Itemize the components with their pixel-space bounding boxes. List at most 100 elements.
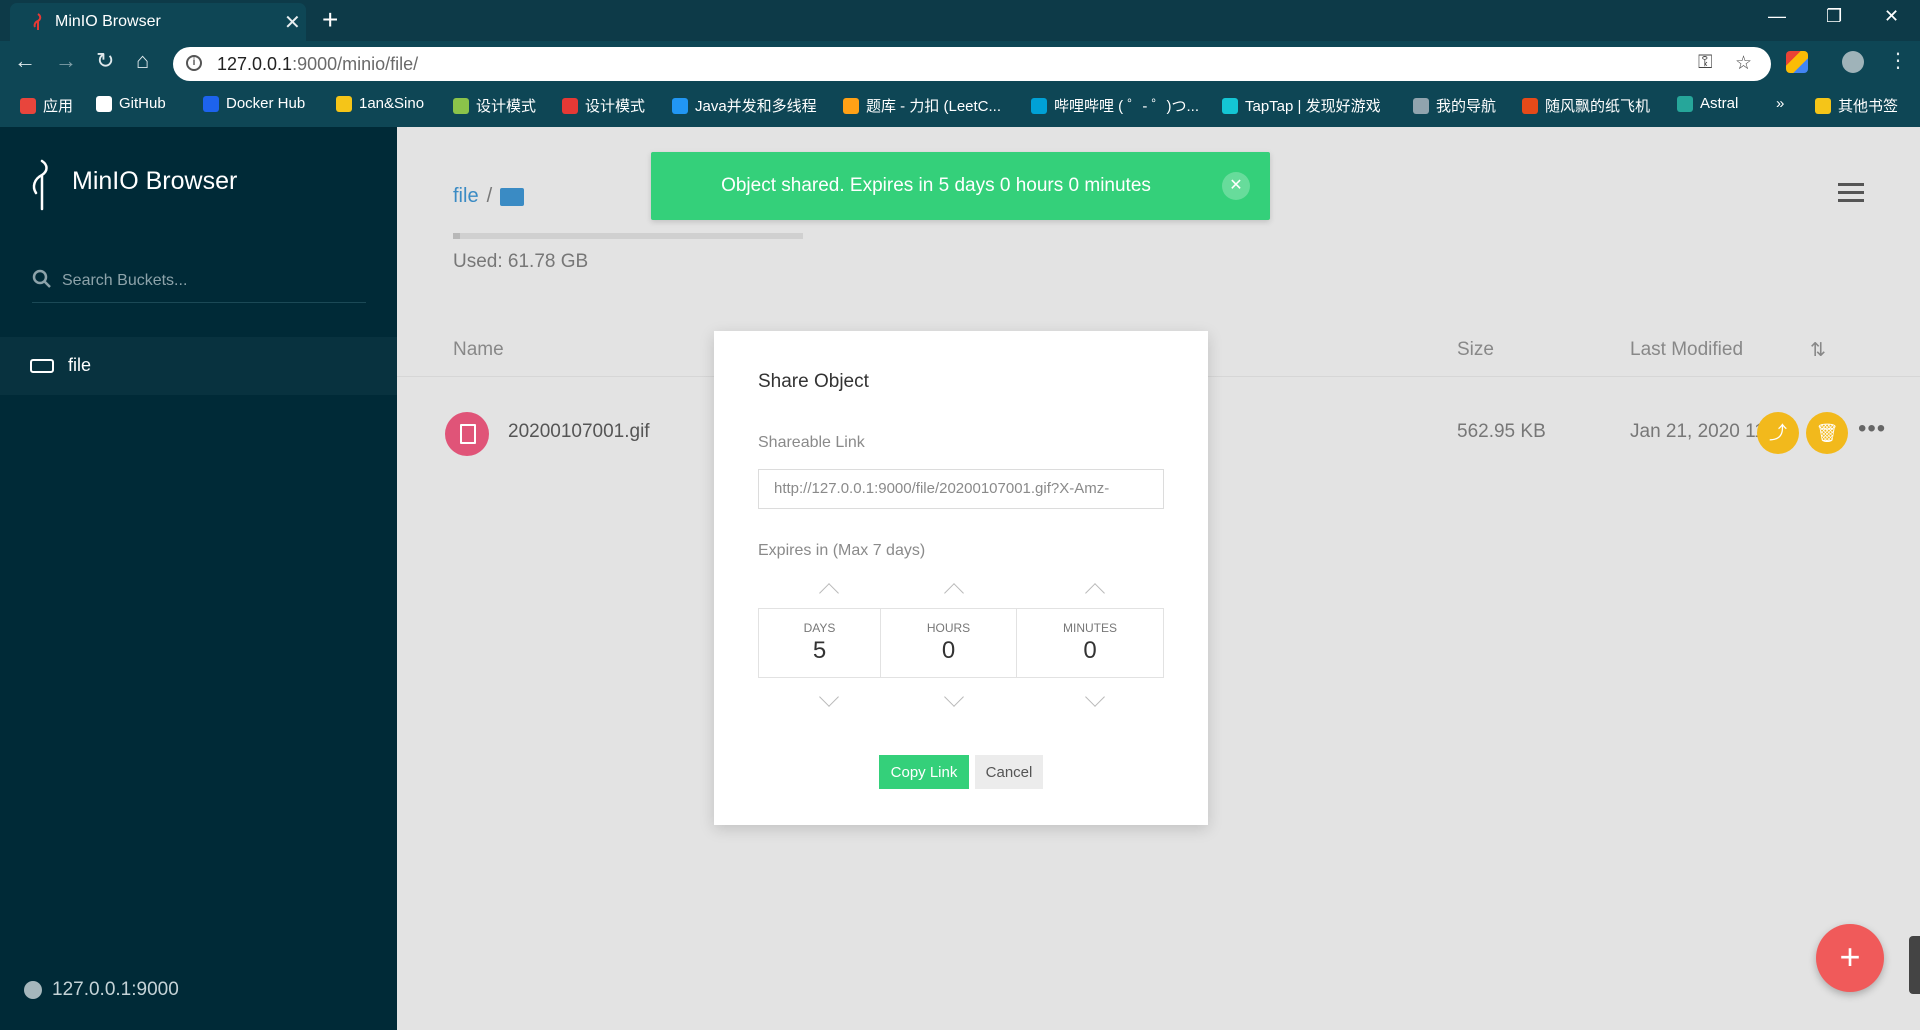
site-icon <box>1522 97 1538 114</box>
forward-icon[interactable]: → <box>55 48 77 74</box>
bookmark-label: TapTap | 发现好游戏 <box>1245 98 1381 115</box>
share-icon[interactable]: ⤴ <box>1757 412 1799 454</box>
share-object-dialog: Share Object Shareable Link http://127.0… <box>714 331 1208 825</box>
close-window-button[interactable]: ✕ <box>1884 6 1899 27</box>
bookmark-bilibili[interactable]: 哔哩哔哩 ( ゜- ゜)つ... <box>1031 95 1199 116</box>
browser-tab[interactable]: MinIO Browser ✕ <box>10 3 306 41</box>
days-up-chevron-icon[interactable] <box>819 583 839 603</box>
bookmark-leetcode[interactable]: 题库 - 力扣 (LeetC... <box>843 95 1001 116</box>
url-text[interactable]: 127.0.0.1:9000/minio/file/ <box>217 54 418 75</box>
hours-up-chevron-icon[interactable] <box>944 583 964 603</box>
breadcrumb-bucket[interactable]: file <box>453 185 479 208</box>
site-info-icon[interactable]: i <box>186 55 202 71</box>
bookmark-design-patterns-2[interactable]: 设计模式 <box>562 95 645 116</box>
days-caption: DAYS <box>803 621 836 635</box>
bookmark-astral[interactable]: Astral <box>1677 95 1738 112</box>
other-bookmarks[interactable]: 其他书签 <box>1815 95 1898 116</box>
minutes-field: MINUTES 0 <box>1017 609 1163 677</box>
site-icon <box>1413 97 1429 114</box>
file-name[interactable]: 20200107001.gif <box>508 421 650 443</box>
home-icon[interactable]: ⌂ <box>136 48 149 74</box>
hours-down-chevron-icon[interactable] <box>944 687 964 707</box>
bookmark-paper-plane[interactable]: 随风飘的纸飞机 <box>1522 95 1650 116</box>
toast-close-icon[interactable]: ✕ <box>1222 172 1250 200</box>
search-input[interactable]: Search Buckets... <box>62 272 187 290</box>
key-icon[interactable]: ⚿ <box>1698 52 1712 74</box>
site-icon <box>453 97 469 114</box>
file-size: 562.95 KB <box>1457 421 1546 442</box>
copy-link-button[interactable]: Copy Link <box>879 755 969 789</box>
site-icon <box>1677 95 1693 112</box>
bookmark-1an-sino[interactable]: 1an&Sino <box>336 95 424 112</box>
minio-favicon-icon <box>33 13 42 30</box>
bucket-item-file[interactable]: file <box>0 337 397 395</box>
browser-menu-icon[interactable]: ⋮ <box>1888 48 1908 73</box>
bookmark-label: Astral <box>1700 95 1739 112</box>
breadcrumb-separator: / <box>486 185 493 207</box>
new-tab-button[interactable]: + <box>322 4 338 36</box>
leetcode-icon <box>843 97 859 114</box>
column-size[interactable]: Size <box>1457 339 1494 361</box>
minutes-caption: MINUTES <box>1063 621 1117 635</box>
bookmark-github[interactable]: GitHub <box>96 95 166 112</box>
more-options-icon[interactable]: ••• <box>1858 415 1886 443</box>
bookmarks-overflow-button[interactable]: » <box>1776 95 1784 112</box>
column-name[interactable]: Name <box>453 339 504 361</box>
back-icon[interactable]: ← <box>14 48 36 74</box>
hard-drive-icon <box>30 359 54 373</box>
server-host: 127.0.0.1:9000 <box>24 979 179 1001</box>
add-folder-icon[interactable] <box>500 187 525 206</box>
column-last-modified[interactable]: Last Modified <box>1630 339 1743 361</box>
browser-toolbar: ← → ↻ ⌂ i 127.0.0.1:9000/minio/file/ ⚿ ☆… <box>0 41 1920 85</box>
minutes-value[interactable]: 0 <box>1017 637 1163 665</box>
restore-button[interactable]: ❐ <box>1826 6 1842 27</box>
bookmark-star-icon[interactable]: ☆ <box>1735 52 1752 75</box>
bookmark-my-nav[interactable]: 我的导航 <box>1413 95 1496 116</box>
minimize-button[interactable]: — <box>1768 6 1786 27</box>
address-bar[interactable]: i 127.0.0.1:9000/minio/file/ ⚿ ☆ <box>173 47 1771 81</box>
bookmarks-bar: 应用 GitHub Docker Hub 1an&Sino 设计模式 设计模式 … <box>0 85 1920 127</box>
bookmark-taptap[interactable]: TapTap | 发现好游戏 <box>1222 95 1381 116</box>
hours-field: HOURS 0 <box>881 609 1017 677</box>
hours-value[interactable]: 0 <box>881 637 1016 665</box>
shareable-link-label: Shareable Link <box>758 434 865 451</box>
bookmark-label: 其他书签 <box>1838 98 1899 115</box>
bucket-search[interactable]: Search Buckets... <box>32 267 366 303</box>
bookmark-apps[interactable]: 应用 <box>20 95 73 116</box>
add-fab-button[interactable]: + <box>1816 924 1884 992</box>
bookmark-label: 设计模式 <box>476 98 537 115</box>
expiry-spinner: DAYS 5 HOURS 0 MINUTES 0 <box>758 608 1164 678</box>
days-down-chevron-icon[interactable] <box>819 687 839 707</box>
tab-close-icon[interactable]: ✕ <box>284 10 301 35</box>
scrollbar-handle[interactable] <box>1909 936 1920 994</box>
minio-logo-icon <box>32 159 48 211</box>
minutes-down-chevron-icon[interactable] <box>1085 687 1105 707</box>
bookmark-label: Java并发和多线程 <box>695 98 817 115</box>
hamburger-menu-icon[interactable] <box>1838 183 1864 203</box>
site-icon <box>562 97 578 114</box>
hours-caption: HOURS <box>926 621 971 635</box>
cancel-button[interactable]: Cancel <box>975 755 1043 789</box>
sidebar: MinIO Browser Search Buckets... file 127… <box>0 127 397 1030</box>
expires-label: Expires in (Max 7 days) <box>758 542 926 559</box>
reload-icon[interactable]: ↻ <box>96 48 114 74</box>
extension-icon[interactable] <box>1786 51 1808 73</box>
profile-avatar-icon[interactable] <box>1842 51 1864 73</box>
used-storage: Used: 61.78 GB <box>453 251 589 272</box>
bookmark-docker-hub[interactable]: Docker Hub <box>203 95 305 112</box>
bookmark-java-concurrency[interactable]: Java并发和多线程 <box>672 95 817 116</box>
globe-icon <box>24 981 42 999</box>
chevron-right-icon: » <box>1776 95 1785 112</box>
bucket-label: file <box>68 355 92 375</box>
site-icon <box>672 97 688 114</box>
usage-bar <box>453 233 803 239</box>
sort-icon[interactable]: ⇅ <box>1810 339 1826 362</box>
shareable-link-input[interactable]: http://127.0.0.1:9000/file/20200107001.g… <box>758 469 1164 509</box>
bookmark-design-patterns-1[interactable]: 设计模式 <box>453 95 536 116</box>
brand-title: MinIO Browser <box>72 167 238 195</box>
minutes-up-chevron-icon[interactable] <box>1085 583 1105 603</box>
bookmark-label: 题库 - 力扣 (LeetC... <box>866 98 1002 115</box>
search-icon <box>32 269 51 288</box>
trash-icon[interactable]: 🗑 <box>1806 412 1848 454</box>
days-value[interactable]: 5 <box>759 637 880 665</box>
